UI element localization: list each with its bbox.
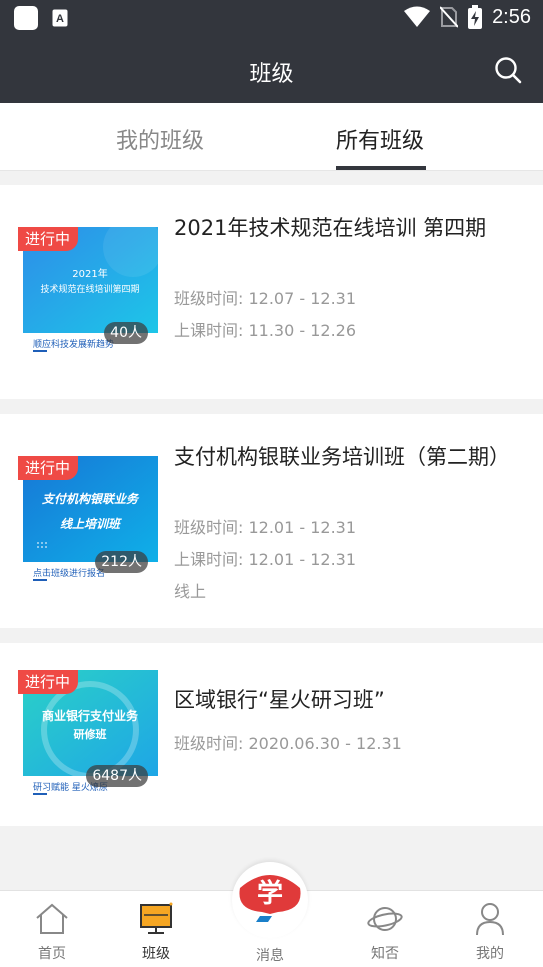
nav-home[interactable]: 首页 — [12, 891, 92, 967]
class-mode: 线上 — [174, 582, 207, 601]
member-count: 6487人 — [86, 765, 148, 787]
cover-line-2: 技术规范在线培训第四期 — [40, 283, 139, 295]
tab-my-classes[interactable]: 我的班级 — [116, 123, 204, 155]
lesson-period: 上课时间: 11.30 - 12.26 — [174, 321, 357, 340]
home-icon — [36, 903, 68, 934]
tab-all-classes[interactable]: 所有班级 — [336, 123, 424, 155]
class-monitor-icon — [140, 902, 173, 934]
page-title: 班级 — [249, 62, 294, 87]
cover-line-2: 线上培训班 — [60, 517, 122, 531]
status-bar: A 2:56 — [0, 0, 543, 36]
class-card[interactable]: 商业银行支付业务 研修班 研习赋能 星火燎原 进行中 6487人 区域银行“星火… — [0, 643, 543, 826]
battery-charging-icon — [468, 5, 483, 29]
cover-caption-underline — [33, 350, 47, 352]
class-thumbnail: 支付机构银联业务 线上培训班 点击班级进行报名 进行中 212人 — [18, 456, 158, 583]
search-button[interactable] — [493, 55, 523, 85]
class-period: 班级时间: 12.07 - 12.31 — [174, 289, 357, 308]
class-thumbnail: 商业银行支付业务 研修班 研习赋能 星火燎原 进行中 6487人 — [18, 670, 158, 797]
planet-icon — [367, 907, 403, 931]
class-period: 班级时间: 2020.06.30 - 12.31 — [174, 734, 402, 753]
class-title: 区域银行“星火研习班” — [174, 688, 385, 712]
svg-text:A: A — [56, 13, 64, 25]
messages-logo-button[interactable]: 学 — [232, 862, 308, 938]
nav-messages-label: 消息 — [256, 948, 284, 964]
xue-logo-icon: 学 — [239, 875, 301, 922]
keyboard-a-icon: A — [52, 9, 68, 27]
search-icon — [495, 57, 522, 84]
nav-classes[interactable]: 班级 — [116, 891, 196, 967]
lesson-period: 上课时间: 12.01 - 12.31 — [174, 550, 357, 569]
nav-me-label: 我的 — [476, 946, 504, 962]
cover-line-1: 2021年 — [72, 267, 107, 280]
status-time: 2:56 — [492, 5, 531, 28]
class-tabs: 我的班级 所有班级 — [0, 103, 543, 171]
class-thumbnail: 2021年 技术规范在线培训第四期 顺应科技发展新趋势 进行中 40人 — [18, 227, 158, 354]
cover-caption: 点击班级进行报名 — [33, 569, 106, 579]
cover-caption-underline — [33, 793, 47, 795]
class-card[interactable]: 支付机构银联业务 线上培训班 点击班级进行报名 进行中 212人 支付机构银联业… — [0, 414, 543, 628]
cover-caption: 顺应科技发展新趋势 — [33, 340, 115, 350]
member-count: 212人 — [95, 551, 148, 573]
cover-line-2: 研修班 — [74, 727, 107, 741]
status-badge: 进行中 — [18, 227, 79, 251]
nav-zhifou[interactable]: 知否 — [345, 891, 425, 967]
nav-zhifou-label: 知否 — [371, 946, 399, 962]
class-card[interactable]: 2021年 技术规范在线培训第四期 顺应科技发展新趋势 进行中 40人 2021… — [0, 185, 543, 399]
cover-caption-underline — [33, 579, 47, 581]
member-count: 40人 — [104, 322, 148, 344]
status-badge: 进行中 — [18, 670, 79, 694]
app-bar: 班级 — [0, 36, 543, 103]
nav-me[interactable]: 我的 — [450, 891, 530, 967]
person-icon — [476, 903, 504, 936]
cover-line-1: 支付机构银联业务 — [42, 492, 140, 506]
class-title: 2021年技术规范在线培训 第四期 — [174, 216, 487, 240]
class-title: 支付机构银联业务培训班（第二期） — [174, 445, 510, 469]
active-tab-indicator — [336, 166, 426, 170]
class-period: 班级时间: 12.01 - 12.31 — [174, 518, 357, 537]
nav-home-label: 首页 — [38, 946, 66, 962]
no-sim-icon — [440, 6, 459, 28]
status-badge: 进行中 — [18, 456, 79, 480]
cover-line-1: 商业银行支付业务 — [42, 708, 139, 723]
nav-classes-label: 班级 — [142, 946, 170, 962]
logo-char: 学 — [257, 878, 283, 909]
wifi-icon — [404, 6, 431, 27]
app-square-icon — [14, 6, 38, 30]
